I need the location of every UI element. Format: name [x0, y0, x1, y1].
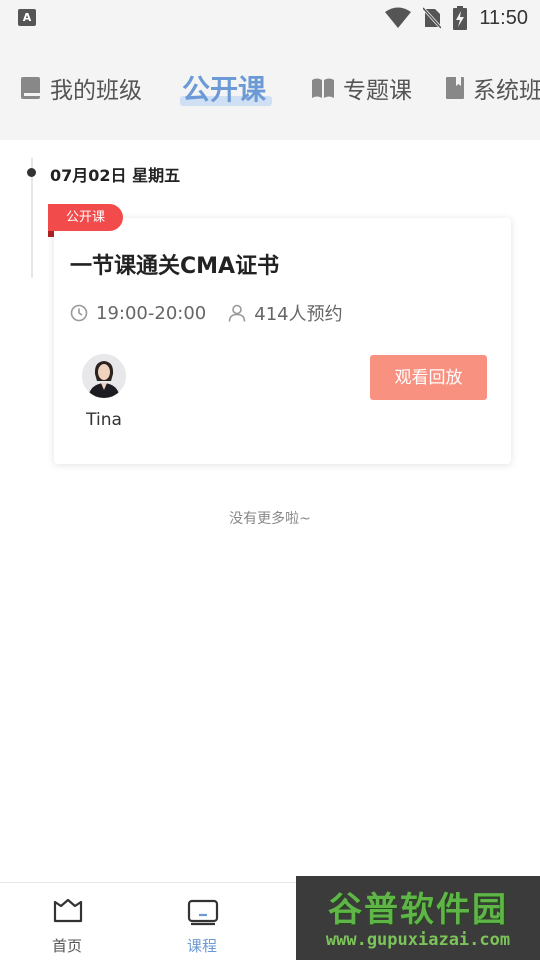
watermark-url: www.gupuxiazai.com	[325, 930, 511, 950]
tab-topic-class[interactable]: 专题课	[311, 36, 412, 140]
person-icon	[228, 304, 246, 322]
nav-home[interactable]: 首页	[22, 883, 112, 960]
course-title: 一节课通关CMA证书	[70, 254, 280, 279]
tv-icon	[187, 899, 219, 926]
watermark-title: 谷普软件园	[328, 890, 508, 930]
no-more-text: 没有更多啦~	[229, 511, 311, 527]
tab-system-class[interactable]: 系统班	[445, 36, 540, 140]
book-icon	[21, 77, 40, 99]
teacher-photo-icon	[82, 354, 126, 398]
tab-my-class[interactable]: 我的班级	[20, 36, 142, 140]
teacher-name: Tina	[86, 410, 122, 430]
course-meta: 19:00-20:00 414人预约	[70, 300, 365, 326]
battery-charging-icon	[453, 6, 468, 30]
nav-label: 首页	[51, 937, 82, 955]
open-class-badge: 公开课	[48, 204, 124, 231]
time-range: 19:00-20:00	[96, 302, 207, 324]
open-book-icon	[312, 78, 334, 98]
notebook-icon	[446, 77, 464, 99]
nav-label: 课程	[186, 937, 217, 955]
course-card[interactable]: 一节课通关CMA证书 19:00-20:00 414人预约 Tina 观看回放	[54, 218, 511, 464]
status-bar: A 11:50	[0, 0, 540, 36]
teacher-avatar[interactable]	[82, 354, 126, 398]
course-type-tabs: 我的班级 公开课 专题课 系统班	[0, 36, 540, 140]
nav-course[interactable]: 课程	[157, 883, 247, 960]
badge-fold	[48, 231, 54, 237]
site-watermark: 谷普软件园 www.gupuxiazai.com	[296, 876, 540, 960]
watch-replay-button[interactable]: 观看回放	[370, 355, 487, 400]
course-appointments: 414人预约	[228, 300, 343, 326]
tab-label: 我的班级	[50, 78, 142, 104]
status-time: 11:50	[479, 6, 528, 29]
wifi-icon	[385, 7, 412, 28]
no-sim-icon	[423, 7, 442, 29]
tab-label: 专题课	[343, 78, 412, 104]
appointment-count: 414人预约	[254, 304, 343, 325]
tab-open-class[interactable]: 公开课	[182, 36, 266, 140]
status-icons: 11:50	[385, 6, 528, 30]
timeline-dot	[27, 168, 36, 177]
course-time: 19:00-20:00	[70, 303, 206, 324]
notification-app-icon: A	[18, 9, 36, 26]
tab-label: 公开课	[182, 73, 267, 106]
home-crown-icon	[53, 898, 83, 923]
tab-label: 系统班	[473, 78, 540, 104]
date-label: 07月02日 星期五	[50, 166, 181, 185]
clock-icon	[70, 304, 88, 322]
course-list[interactable]: 07月02日 星期五 一节课通关CMA证书 19:00-20:00 414人预约	[0, 140, 540, 882]
